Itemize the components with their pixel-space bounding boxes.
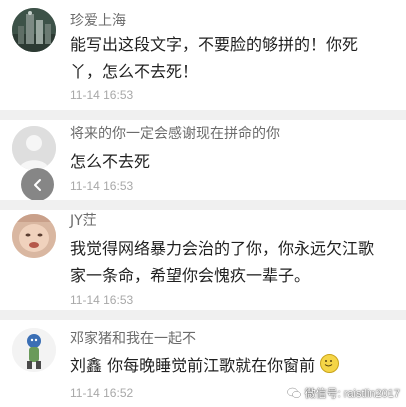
baby-avatar-icon bbox=[12, 214, 56, 258]
building-avatar-icon bbox=[12, 8, 56, 52]
user-avatar[interactable] bbox=[12, 8, 56, 52]
comment-text: 刘鑫 你每晚睡觉前江歌就在你窗前 bbox=[70, 352, 392, 379]
comment-timestamp: 11-14 16:52 bbox=[70, 386, 134, 400]
comment-timestamp: 11-14 16:53 bbox=[70, 179, 134, 193]
comment-timestamp: 11-14 16:53 bbox=[70, 293, 134, 307]
divider bbox=[0, 310, 406, 320]
comment-text-line: 怎么不去死 bbox=[70, 152, 151, 171]
comment-author[interactable]: 将来的你一定会感谢现在拼命的你 bbox=[70, 123, 280, 143]
comment-text-line: 我觉得网络暴力会治的了你，你永远欠江歌 bbox=[70, 239, 375, 258]
back-button[interactable] bbox=[21, 168, 54, 201]
comment-text-line: 丫，怎么不去死！ bbox=[70, 62, 199, 81]
character-avatar-icon bbox=[12, 328, 56, 372]
comment-text-line: 能写出这段文字，不要脸的够拼的！你死 bbox=[70, 35, 359, 54]
user-avatar[interactable] bbox=[12, 214, 56, 258]
comment-item: 珍爱上海 能写出这段文字，不要脸的够拼的！你死 丫，怎么不去死！ 11-14 1… bbox=[0, 0, 406, 110]
comment-item: 将来的你一定会感谢现在拼命的你 怎么不去死 11-14 16:53 bbox=[0, 120, 406, 200]
comment-text-line: 刘鑫 你每晚睡觉前江歌就在你窗前 bbox=[70, 356, 316, 375]
divider bbox=[0, 110, 406, 120]
comment-text: 我觉得网络暴力会治的了你，你永远欠江歌 家一条命，希望你会愧疚一辈子。 bbox=[70, 235, 392, 289]
smile-emoji-icon bbox=[320, 354, 340, 373]
comment-text: 能写出这段文字，不要脸的够拼的！你死 丫，怎么不去死！ bbox=[70, 31, 392, 85]
watermark: 微信号: raistlin2017 bbox=[286, 385, 400, 401]
comment-author[interactable]: 珍爱上海 bbox=[70, 10, 126, 30]
user-avatar[interactable] bbox=[12, 126, 56, 170]
comment-author[interactable]: JY茳 bbox=[70, 210, 97, 230]
comment-timestamp: 11-14 16:53 bbox=[70, 88, 134, 102]
divider bbox=[0, 200, 406, 210]
watermark-text: 微信号: raistlin2017 bbox=[304, 388, 400, 400]
comment-text: 怎么不去死 bbox=[70, 148, 392, 175]
comment-author[interactable]: 邓家猪和我在一起不 bbox=[70, 328, 196, 348]
comment-item: JY茳 我觉得网络暴力会治的了你，你永远欠江歌 家一条命，希望你会愧疚一辈子。 … bbox=[0, 210, 406, 310]
comment-text-line: 家一条命，希望你会愧疚一辈子。 bbox=[70, 266, 311, 285]
default-avatar-icon bbox=[12, 126, 56, 170]
user-avatar[interactable] bbox=[12, 328, 56, 372]
wechat-icon bbox=[286, 387, 301, 398]
chevron-left-icon bbox=[33, 178, 41, 191]
